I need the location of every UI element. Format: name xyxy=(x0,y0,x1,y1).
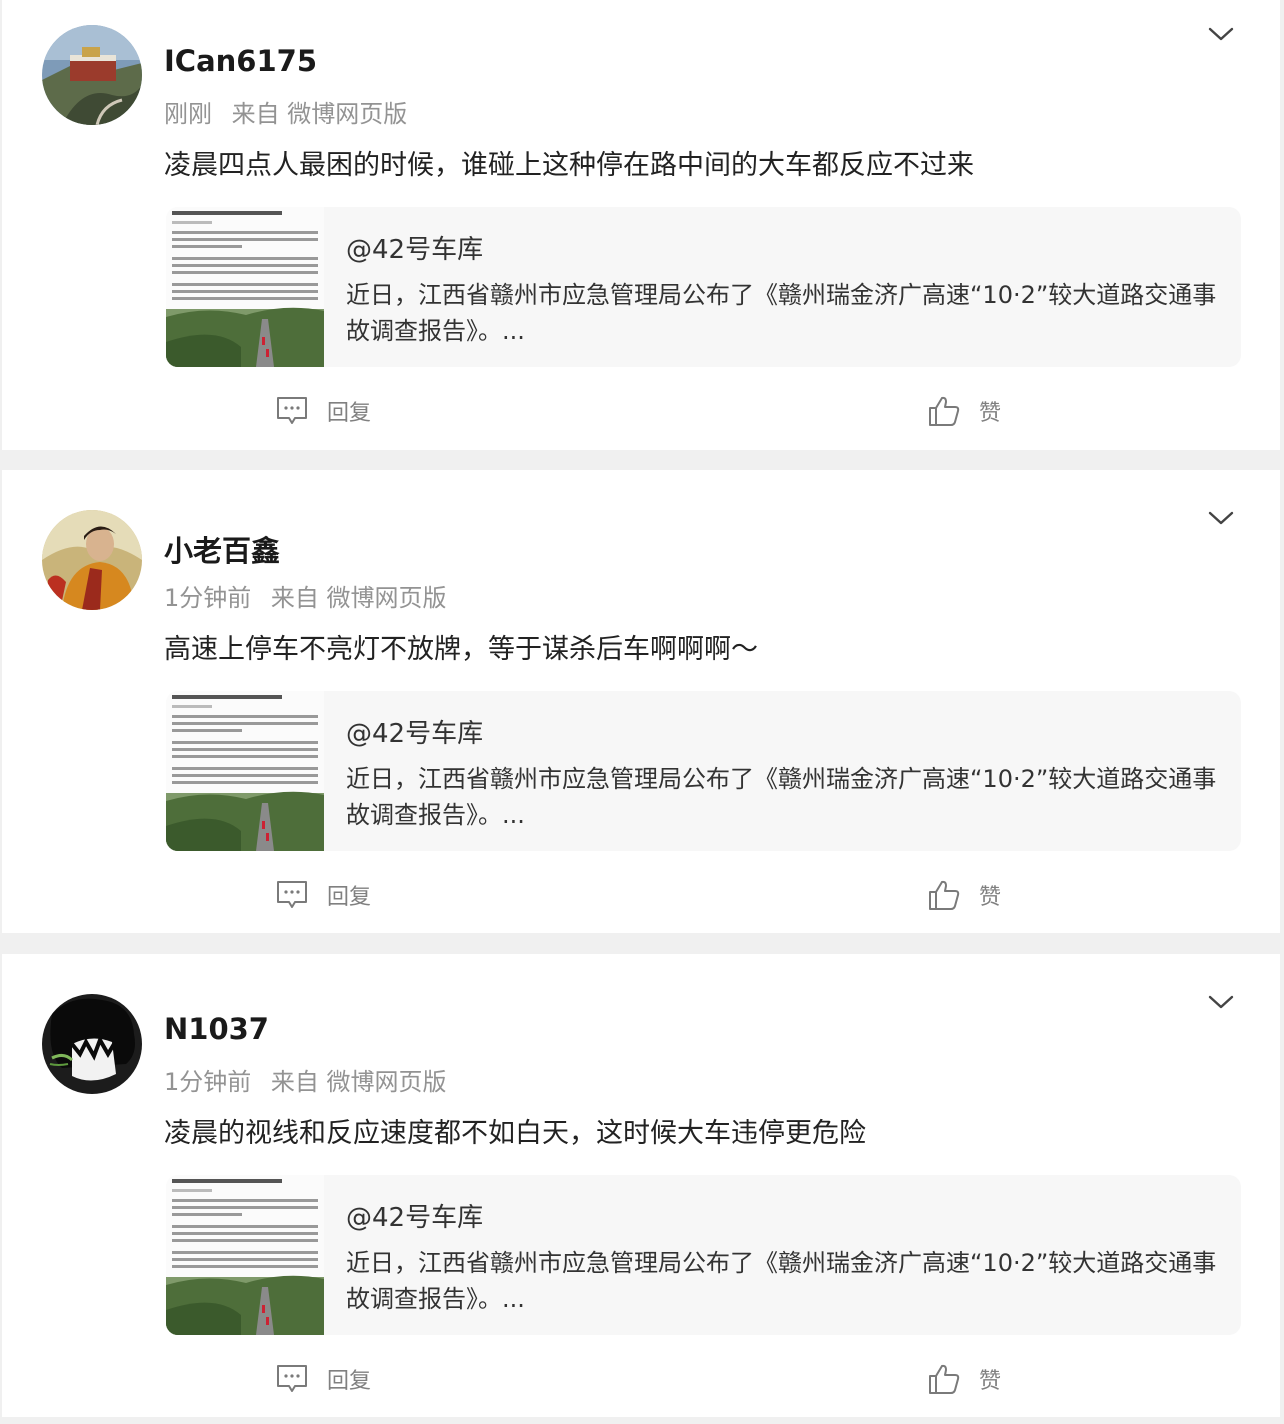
timestamp: 1分钟前 xyxy=(164,584,252,612)
link-description: 近日，江西省赣州市应急管理局公布了《赣州瑞金济广高速“10·2”较大道路交通事故… xyxy=(346,1249,1217,1313)
thumbs-up-icon xyxy=(929,396,960,426)
like-label: 赞 xyxy=(979,1369,1002,1394)
avatar[interactable] xyxy=(42,994,142,1094)
comment-card: ICan6175 刚刚 来自 微博网页版 凌晨四点人最困的时候，谁碰上这种停在路… xyxy=(2,0,1280,450)
username[interactable]: 小老百鑫 xyxy=(164,528,280,570)
comment-card: 小老百鑫 1分钟前 来自 微博网页版 高速上停车不亮灯不放牌，等于谋杀后车啊啊啊… xyxy=(2,470,1280,933)
comment-text: 高速上停车不亮灯不放牌，等于谋杀后车啊啊啊～ xyxy=(164,634,758,665)
link-description: 近日，江西省赣州市应急管理局公布了《赣州瑞金济广高速“10·2”较大道路交通事故… xyxy=(346,281,1217,345)
timestamp: 1分钟前 xyxy=(164,1068,252,1096)
avatar[interactable] xyxy=(42,25,142,125)
link-thumbnail xyxy=(166,691,324,851)
link-description: 近日，江西省赣州市应急管理局公布了《赣州瑞金济广高速“10·2”较大道路交通事故… xyxy=(346,765,1217,829)
link-card[interactable]: @42号车库 近日，江西省赣州市应急管理局公布了《赣州瑞金济广高速“10·2”较… xyxy=(166,691,1241,851)
link-thumbnail xyxy=(166,207,324,367)
timestamp: 刚刚 xyxy=(164,100,212,128)
chevron-down-icon[interactable] xyxy=(1206,24,1236,44)
reply-button[interactable]: 回复 xyxy=(275,877,371,913)
comment-text: 凌晨四点人最困的时候，谁碰上这种停在路中间的大车都反应不过来 xyxy=(164,150,974,181)
reply-label: 回复 xyxy=(327,885,372,910)
source: 来自 微博网页版 xyxy=(270,584,447,612)
thumbs-up-icon xyxy=(929,1364,960,1394)
link-thumbnail xyxy=(166,1175,324,1335)
reply-button[interactable]: 回复 xyxy=(275,1361,371,1397)
comment-meta: 刚刚 来自 微博网页版 xyxy=(164,94,407,129)
comment-icon xyxy=(277,397,307,424)
chevron-down-icon[interactable] xyxy=(1206,508,1236,528)
comment-meta: 1分钟前 来自 微博网页版 xyxy=(164,1062,447,1097)
thumbs-up-icon xyxy=(929,880,960,910)
username[interactable]: N1037 xyxy=(164,1012,269,1046)
reply-button[interactable]: 回复 xyxy=(275,393,371,429)
link-card[interactable]: @42号车库 近日，江西省赣州市应急管理局公布了《赣州瑞金济广高速“10·2”较… xyxy=(166,1175,1241,1335)
comment-icon xyxy=(277,881,307,908)
source: 来自 微博网页版 xyxy=(231,100,408,128)
username[interactable]: ICan6175 xyxy=(164,44,317,78)
comment-meta: 1分钟前 来自 微博网页版 xyxy=(164,578,447,613)
reply-label: 回复 xyxy=(327,1369,372,1394)
like-label: 赞 xyxy=(979,401,1002,426)
link-title: @42号车库 xyxy=(346,719,484,749)
link-card[interactable]: @42号车库 近日，江西省赣州市应急管理局公布了《赣州瑞金济广高速“10·2”较… xyxy=(166,207,1241,367)
chevron-down-icon[interactable] xyxy=(1206,992,1236,1012)
like-button[interactable]: 赞 xyxy=(927,1361,1001,1397)
avatar[interactable] xyxy=(42,510,142,610)
link-title: @42号车库 xyxy=(346,1203,484,1233)
source: 来自 微博网页版 xyxy=(270,1068,447,1096)
comment-card: N1037 1分钟前 来自 微博网页版 凌晨的视线和反应速度都不如白天，这时候大… xyxy=(2,954,1280,1417)
comment-icon xyxy=(277,1365,307,1392)
like-button[interactable]: 赞 xyxy=(927,877,1001,913)
comment-text: 凌晨的视线和反应速度都不如白天，这时候大车违停更危险 xyxy=(164,1118,866,1149)
reply-label: 回复 xyxy=(327,401,372,426)
link-title: @42号车库 xyxy=(346,235,484,265)
like-label: 赞 xyxy=(979,885,1002,910)
like-button[interactable]: 赞 xyxy=(927,393,1001,429)
